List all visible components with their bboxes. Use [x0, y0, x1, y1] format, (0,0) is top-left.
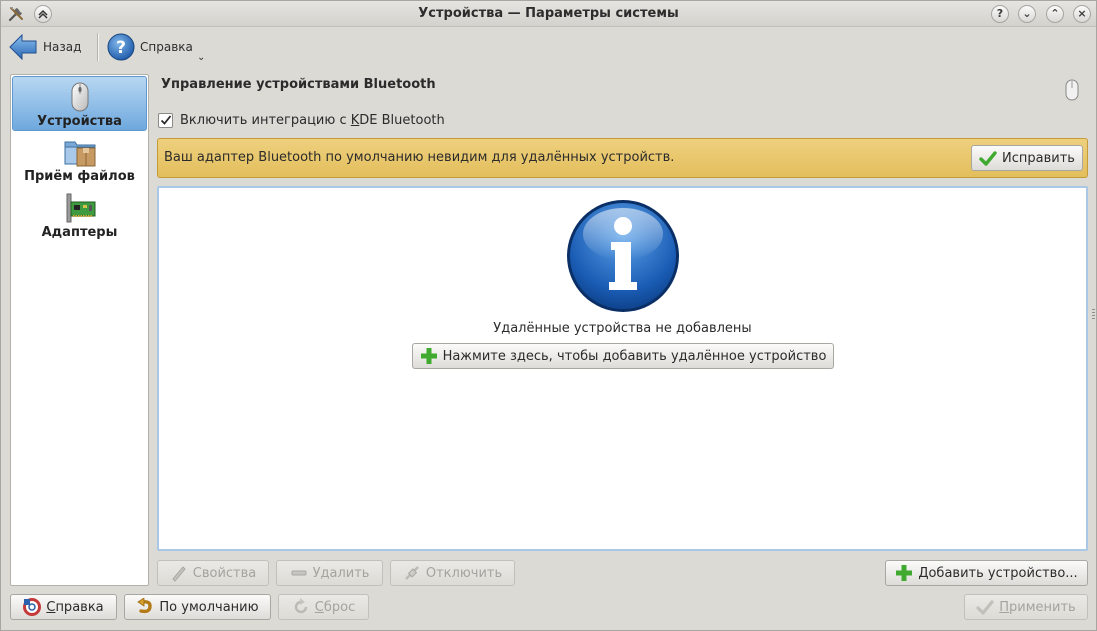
apply-button[interactable]: Применить [964, 594, 1088, 620]
help-toolbar-button[interactable]: ? Справка [107, 30, 193, 64]
empty-list-text: Удалённые устройства не добавлены [493, 321, 752, 336]
add-device-button[interactable]: Добавить устройство... [885, 560, 1088, 586]
close-button[interactable]: × [1073, 5, 1091, 23]
defaults-button[interactable]: По умолчанию [124, 594, 271, 620]
properties-icon [172, 566, 186, 582]
reset-button-label: Сброс [314, 599, 356, 615]
plus-icon [896, 565, 913, 581]
apply-check-icon [976, 600, 994, 615]
apply-button-label: Применить [999, 599, 1076, 615]
system-settings-window: Устройства — Параметры системы ? ⌄ ⌃ × Н… [0, 0, 1097, 631]
fix-button-label: Исправить [1002, 150, 1075, 166]
help-lifebuoy-icon [23, 598, 42, 616]
sidebar-item-adapters[interactable]: Адаптеры [12, 188, 147, 243]
fix-button[interactable]: Исправить [971, 145, 1083, 171]
defaults-button-label: По умолчанию [159, 599, 259, 615]
checkbox-box[interactable] [158, 112, 173, 128]
help-button-label: Справка [46, 599, 104, 615]
sidebar: Устройства Приём файлов Адаптеры [10, 74, 149, 586]
disconnect-icon [404, 566, 419, 580]
remove-label: Удалить [312, 565, 370, 581]
info-icon [567, 200, 679, 312]
help-toolbar-label: Справка [140, 40, 193, 54]
minimize-button[interactable]: ⌄ [1018, 5, 1036, 23]
add-remote-device-label: Нажмите здесь, чтобы добавить удалённое … [442, 348, 827, 364]
add-remote-device-button[interactable]: Нажмите здесь, чтобы добавить удалённое … [412, 343, 834, 369]
sidebar-item-label: Приём файлов [24, 169, 135, 184]
file-receive-icon [64, 141, 95, 167]
page-title: Управление устройствами Bluetooth [161, 77, 436, 92]
kde-bluetooth-integration-checkbox[interactable]: Включить интеграцию с KDE Bluetooth [158, 111, 445, 129]
checkbox-label: Включить интеграцию с KDE Bluetooth [180, 112, 445, 128]
toolbar-separator [97, 33, 99, 61]
remote-devices-list[interactable]: Удалённые устройства не добавлены Нажмит… [157, 186, 1088, 551]
sidebar-item-label: Адаптеры [41, 225, 118, 240]
checkmark-icon [160, 115, 171, 125]
sidebar-item-file-receive[interactable]: Приём файлов [12, 132, 147, 187]
plus-icon [420, 348, 437, 364]
mouse-icon [71, 82, 88, 112]
maximize-button[interactable]: ⌃ [1046, 5, 1064, 23]
properties-button[interactable]: Свойства [157, 560, 269, 586]
green-check-icon [979, 151, 997, 166]
sidebar-item-label: Устройства [37, 114, 122, 129]
sidebar-item-devices[interactable]: Устройства [12, 76, 147, 131]
window-title: Устройства — Параметры системы [418, 6, 679, 21]
back-button[interactable]: Назад [8, 30, 81, 64]
help-button[interactable]: Справка [10, 594, 117, 620]
help-dropdown-icon[interactable]: ⌄ [197, 52, 205, 63]
svg-text:?: ? [116, 38, 126, 58]
remove-icon [291, 570, 307, 576]
visibility-warning-banner: Ваш адаптер Bluetooth по умолчанию невид… [157, 138, 1088, 178]
reset-icon [294, 598, 307, 614]
add-device-label: Добавить устройство... [918, 565, 1078, 581]
back-arrow-icon [9, 33, 37, 61]
undo-arrow-icon [137, 598, 153, 614]
title-bar[interactable]: Устройства — Параметры системы ? ⌄ ⌃ × [1, 1, 1096, 27]
properties-label: Свойства [192, 565, 257, 581]
resize-grip[interactable] [1092, 309, 1095, 321]
help-icon: ? [107, 33, 135, 61]
toolbar: Назад ? Справка ⌄ [1, 28, 1096, 68]
remove-button[interactable]: Удалить [276, 560, 383, 586]
adapter-card-icon [66, 193, 95, 223]
warning-text: Ваш адаптер Bluetooth по умолчанию невид… [164, 150, 675, 165]
reset-button[interactable]: Сброс [278, 594, 369, 620]
disconnect-button[interactable]: Отключить [390, 560, 515, 586]
disconnect-label: Отключить [425, 565, 503, 581]
small-mouse-icon [1065, 79, 1079, 101]
help-window-button[interactable]: ? [991, 5, 1009, 23]
back-button-label: Назад [43, 40, 82, 54]
